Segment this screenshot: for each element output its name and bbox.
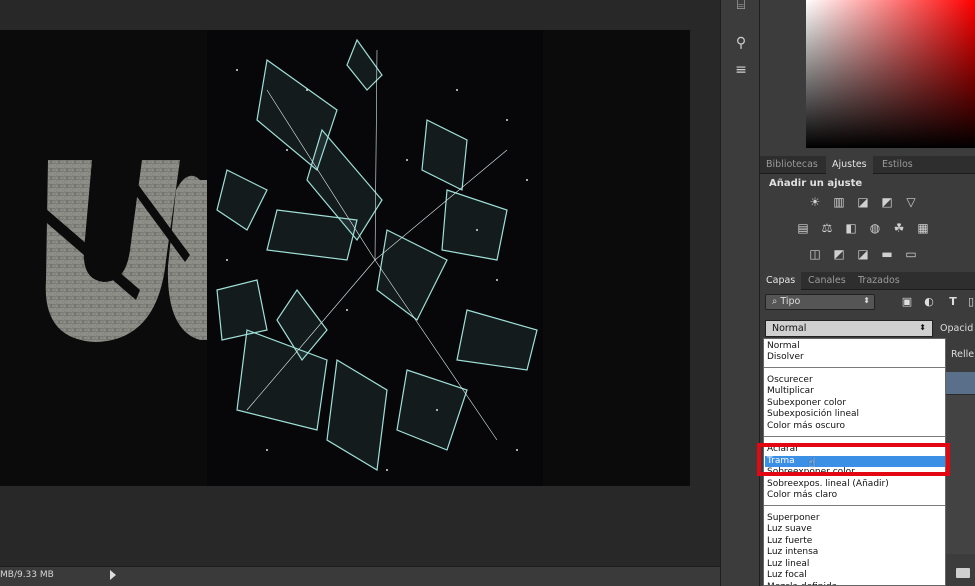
- folder-icon[interactable]: [956, 568, 970, 578]
- levels-icon[interactable]: ▥: [832, 196, 846, 208]
- opacity-label: Opacid: [940, 323, 974, 334]
- selective-color-icon[interactable]: ▭: [904, 248, 918, 260]
- chevron-updown-icon: ⬍: [919, 323, 926, 332]
- posterize-icon[interactable]: ◩: [832, 248, 846, 260]
- curves-icon[interactable]: ◪: [856, 196, 870, 208]
- tab-trazados[interactable]: Trazados: [852, 272, 906, 290]
- status-menu-arrow-icon[interactable]: [110, 570, 116, 580]
- blend-option[interactable]: Sobreexpos. lineal (Añadir): [765, 479, 945, 490]
- blend-option[interactable]: Normal: [765, 341, 945, 352]
- blend-option[interactable]: Subexponer color: [765, 398, 945, 409]
- adjustment-filter-icon[interactable]: ◐: [922, 295, 936, 309]
- blend-option[interactable]: Luz suave: [765, 524, 945, 535]
- blend-mode-select[interactable]: Normal ⬍: [765, 320, 933, 337]
- adjustments-title: Añadir un ajuste: [769, 178, 863, 189]
- layer-filter-select[interactable]: ⌕ Tipo ⬍: [765, 294, 875, 310]
- panel-icon-strip: ⌸ ⚲ ≡: [720, 0, 760, 586]
- color-lookup-icon[interactable]: ▦: [916, 222, 930, 234]
- color-picker-field[interactable]: [806, 0, 975, 148]
- channel-mixer-icon[interactable]: ☘: [892, 222, 906, 234]
- filter-kind-value: Tipo: [780, 296, 801, 307]
- color-panel-gutter: [760, 0, 806, 148]
- annotation-highlight-box: [757, 443, 950, 476]
- layer-row[interactable]: [946, 394, 975, 554]
- blend-option[interactable]: Mezcla definida: [765, 582, 945, 585]
- photo-filter-icon[interactable]: ◍: [868, 222, 882, 234]
- blend-option[interactable]: Color más claro: [765, 490, 945, 501]
- brightness-icon[interactable]: ☀: [808, 196, 822, 208]
- color-balance-icon[interactable]: ⚖: [820, 222, 834, 234]
- layers-tab-bar: Capas Canales Trazados: [760, 272, 975, 290]
- tool-preset-icon[interactable]: ⚲: [727, 30, 755, 56]
- exposure-icon[interactable]: ◩: [880, 196, 894, 208]
- invert-icon[interactable]: ◫: [808, 248, 822, 260]
- document-canvas[interactable]: [0, 30, 690, 486]
- mouse-cursor-icon: ☝: [808, 456, 816, 471]
- blend-option[interactable]: Subexposición lineal: [765, 409, 945, 420]
- layer-row-selected[interactable]: [946, 372, 975, 394]
- blend-option[interactable]: Luz intensa: [765, 547, 945, 558]
- blend-option[interactable]: Luz fuerte: [765, 536, 945, 547]
- brush-preset-icon[interactable]: ⌸: [727, 0, 755, 18]
- cracked-text-graphic: [26, 160, 207, 342]
- gradient-map-icon[interactable]: ▬: [880, 248, 894, 260]
- character-icon[interactable]: ≡: [727, 57, 755, 83]
- blend-mode-value: Normal: [772, 323, 807, 334]
- image-filter-icon[interactable]: ▣: [900, 295, 914, 309]
- canvas-workspace[interactable]: [0, 0, 720, 566]
- document-size-text: MB/9.33 MB: [0, 570, 54, 580]
- blend-option[interactable]: Superponer: [765, 513, 945, 524]
- hue-saturation-icon[interactable]: ▤: [796, 222, 810, 234]
- blend-option[interactable]: Oscurecer: [765, 375, 945, 386]
- tab-capas[interactable]: Capas: [760, 272, 802, 290]
- tab-estilos[interactable]: Estilos: [876, 156, 919, 174]
- tab-canales[interactable]: Canales: [802, 272, 852, 290]
- blend-option[interactable]: Disolver: [765, 352, 945, 363]
- type-filter-icon[interactable]: T: [946, 295, 960, 309]
- glass-shards-graphic: [216, 38, 538, 471]
- blend-option[interactable]: Color más oscuro: [765, 421, 945, 432]
- fill-label: Relle: [951, 349, 975, 360]
- vibrance-icon[interactable]: ▽: [904, 196, 918, 208]
- blend-option[interactable]: Luz focal: [765, 570, 945, 581]
- menu-separator: [764, 505, 945, 506]
- shape-filter-icon[interactable]: ▯: [964, 295, 975, 309]
- blend-option[interactable]: Multiplicar: [765, 386, 945, 397]
- menu-separator: [764, 436, 945, 437]
- status-bar: MB/9.33 MB: [0, 566, 720, 586]
- blend-option[interactable]: Luz lineal: [765, 559, 945, 570]
- menu-separator: [764, 367, 945, 368]
- shattered-glass-image: [207, 30, 543, 486]
- chevron-updown-icon: ⬍: [863, 296, 870, 305]
- tab-bibliotecas[interactable]: Bibliotecas: [760, 156, 824, 174]
- tab-ajustes[interactable]: Ajustes: [826, 156, 873, 174]
- adjustments-tab-bar: Bibliotecas Ajustes Estilos: [760, 156, 975, 174]
- threshold-icon[interactable]: ◪: [856, 248, 870, 260]
- black-white-icon[interactable]: ◧: [844, 222, 858, 234]
